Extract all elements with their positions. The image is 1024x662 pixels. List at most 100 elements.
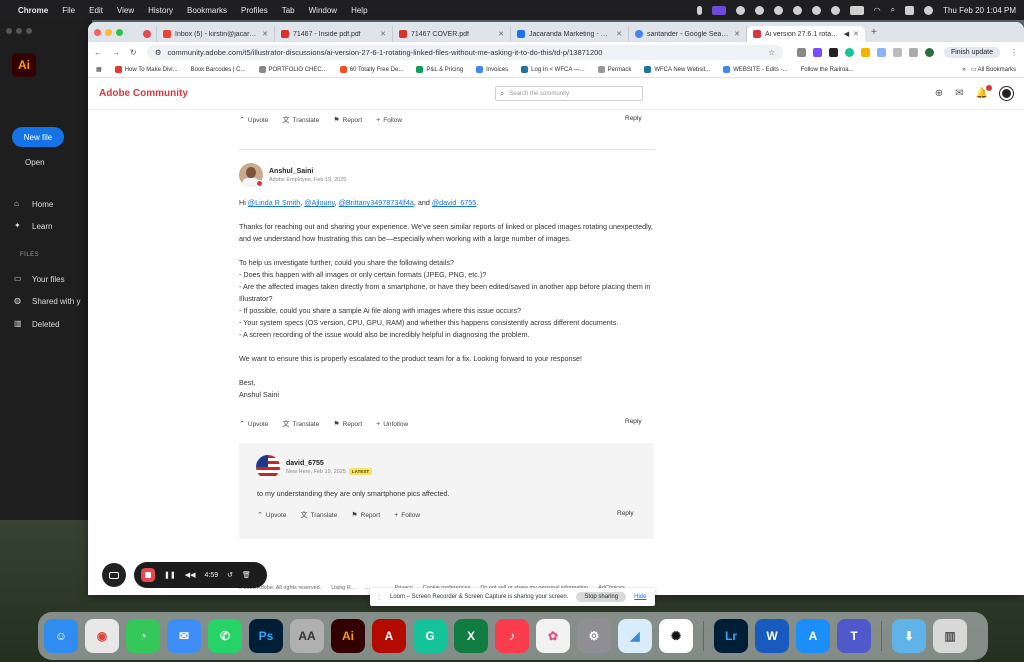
author-name[interactable]: Anshul_Saini	[269, 168, 346, 175]
status-icon[interactable]	[811, 5, 821, 15]
menubar-clock[interactable]: Thu Feb 20 1:04 PM	[943, 6, 1016, 15]
extension-icon[interactable]	[828, 47, 838, 57]
pause-icon[interactable]: ❚❚	[164, 571, 176, 579]
upvote-button[interactable]: ⌃ Upvote	[239, 420, 268, 429]
status-icon[interactable]	[735, 5, 745, 15]
wifi-icon[interactable]: ◠	[874, 6, 881, 15]
menu-window[interactable]: Window	[309, 6, 337, 15]
dock-chatgpt-icon[interactable]: ✺	[659, 619, 693, 653]
dock-trash-icon[interactable]: ▥	[933, 619, 967, 653]
unfollow-button[interactable]: + Unfollow	[376, 421, 408, 428]
stop-recording-button[interactable]	[141, 568, 155, 582]
menu-tab[interactable]: Tab	[282, 6, 295, 15]
translate-button[interactable]: 文 Translate	[282, 115, 319, 125]
dock-photoshop-icon[interactable]: Ps	[249, 619, 283, 653]
bookmark-item[interactable]: Book Barcodes | C...	[191, 67, 246, 73]
tab-inside-pdf[interactable]: 71467 - Inside pdf.pdf ✕	[275, 26, 393, 42]
bookmark-item[interactable]: PORTFOLIO CHEC...	[258, 66, 327, 73]
finish-update-button[interactable]: Finish update	[943, 46, 1000, 58]
rewind-icon[interactable]: ◀◀	[185, 571, 196, 579]
dock-font-book-icon[interactable]: AA	[290, 619, 324, 653]
dock-app-store-icon[interactable]: A	[796, 619, 830, 653]
tab-recording[interactable]	[137, 26, 157, 42]
menu-view[interactable]: View	[117, 6, 134, 15]
upvote-button[interactable]: ⌃ Upvote	[239, 116, 268, 125]
follow-button[interactable]: + Follow	[394, 512, 420, 519]
dock-finder-icon[interactable]: ☺	[44, 619, 78, 653]
hide-banner-link[interactable]: Hide	[634, 594, 646, 600]
extension-icon[interactable]	[876, 47, 886, 57]
translate-button[interactable]: 文 Translate	[300, 510, 337, 520]
menu-profiles[interactable]: Profiles	[241, 6, 268, 15]
tab-cover-pdf[interactable]: 71467 COVER.pdf ✕	[393, 26, 511, 42]
forward-icon[interactable]: →	[112, 48, 120, 57]
nav-home[interactable]: ⌂ Home	[14, 199, 53, 209]
extensions-puzzle-icon[interactable]	[892, 47, 902, 57]
mention-link[interactable]: @david_6755	[432, 198, 476, 207]
extension-icon[interactable]	[860, 47, 870, 57]
stop-sharing-button[interactable]: Stop sharing	[576, 592, 627, 602]
dock-chrome-icon[interactable]: ◉	[85, 619, 119, 653]
all-bookmarks-button[interactable]: » ▭ All Bookmarks	[962, 66, 1016, 73]
drag-handle-icon[interactable]: ⋮	[376, 594, 382, 601]
profile-avatar[interactable]	[924, 47, 934, 57]
tab-marketing-calendar[interactable]: Jacaranda Marketing - Calen ✕	[511, 26, 629, 42]
close-window-button[interactable]	[94, 28, 101, 36]
extension-icon[interactable]	[812, 47, 822, 57]
reply-button[interactable]: Reply	[625, 115, 642, 122]
site-info-icon[interactable]: ⚙	[155, 48, 162, 57]
reply-button[interactable]: Reply	[625, 418, 642, 425]
report-button[interactable]: ⚑ Report	[351, 511, 380, 520]
footer-link[interactable]: Using R...	[331, 585, 355, 591]
nav-your-files[interactable]: ▭ Your files	[14, 274, 65, 284]
address-bar[interactable]: ⚙ community.adobe.com/t5/illustrator-dis…	[146, 44, 783, 60]
chrome-menu-icon[interactable]: ⋮	[1010, 48, 1018, 57]
tab-gmail-inbox[interactable]: Inbox (5) - kirstin@jacaranda ✕	[157, 26, 275, 42]
minimize-window-button[interactable]	[105, 28, 112, 36]
report-button[interactable]: ⚑ Report	[333, 420, 362, 429]
bookmark-item[interactable]: WFCA New Websit...	[644, 66, 710, 73]
user-avatar[interactable]	[1000, 87, 1013, 100]
dock-messages-icon[interactable]: ◔	[126, 619, 160, 653]
battery-icon[interactable]	[849, 5, 864, 15]
dock-photos-icon[interactable]: ✿	[536, 619, 570, 653]
close-tab-icon[interactable]: ✕	[616, 30, 622, 38]
translate-button[interactable]: 文 Translate	[282, 419, 319, 429]
bookmark-star-icon[interactable]: ☆	[768, 48, 775, 57]
dock-acrobat-icon[interactable]: A	[372, 619, 406, 653]
loom-recording-icon[interactable]	[711, 5, 726, 15]
delete-recording-icon[interactable]: 🗑	[242, 571, 251, 579]
status-icon[interactable]	[830, 5, 840, 15]
dock-mail-icon[interactable]: ✉	[167, 619, 201, 653]
reload-icon[interactable]: ↻	[130, 48, 137, 57]
dock-illustrator-icon[interactable]: Ai	[331, 619, 365, 653]
dock-excel-icon[interactable]: X	[454, 619, 488, 653]
close-tab-icon[interactable]: ✕	[734, 30, 740, 38]
dock-word-icon[interactable]: W	[755, 619, 789, 653]
status-icon[interactable]	[754, 5, 764, 15]
restart-icon[interactable]: ↺	[227, 571, 233, 579]
dock-lightroom-icon[interactable]: Lr	[714, 619, 748, 653]
messages-icon[interactable]: ✉	[955, 88, 963, 99]
dock-system-settings-icon[interactable]: ⚙	[577, 619, 611, 653]
siri-icon[interactable]	[924, 5, 934, 15]
nav-deleted[interactable]: ▥ Deleted	[14, 319, 60, 329]
nav-learn[interactable]: ✦ Learn	[14, 221, 52, 231]
tab-google-search[interactable]: santander - Google Search ✕	[629, 26, 747, 42]
tab-adobe-community[interactable]: Ai version 27.6.1 rotating ◀ ✕	[747, 26, 865, 42]
menu-history[interactable]: History	[148, 6, 173, 15]
close-tab-icon[interactable]: ✕	[853, 30, 859, 38]
author-name[interactable]: david_6755	[286, 460, 372, 467]
dock-music-icon[interactable]: ♪	[495, 619, 529, 653]
reply-button[interactable]: Reply	[617, 510, 634, 517]
dock-grammarly-icon[interactable]: G	[413, 619, 447, 653]
status-icon[interactable]	[773, 5, 783, 15]
close-tab-icon[interactable]: ✕	[262, 30, 268, 38]
follow-button[interactable]: + Follow	[376, 117, 402, 124]
extension-icon[interactable]	[796, 47, 806, 57]
close-tab-icon[interactable]: ✕	[498, 30, 504, 38]
loom-camera-button[interactable]	[102, 563, 126, 587]
dock-preview-icon[interactable]: ◢	[618, 619, 652, 653]
zoom-window-button[interactable]	[116, 28, 123, 36]
mention-link[interactable]: @Ajlouny	[304, 198, 334, 207]
